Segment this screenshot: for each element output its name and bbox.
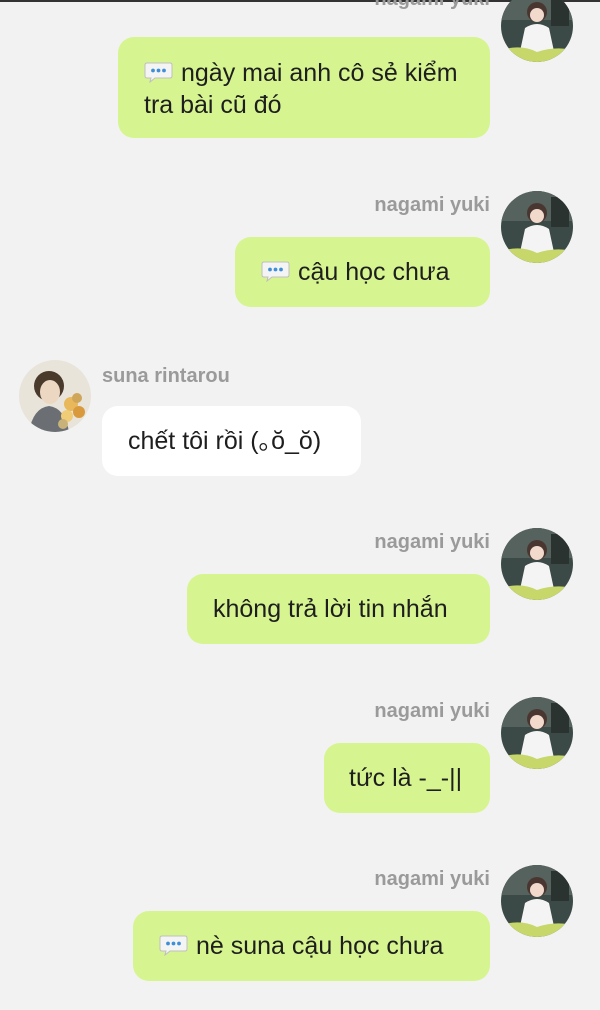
avatar-nagami-yuki[interactable]: [501, 865, 573, 937]
sender-name: suna rintarou: [102, 365, 230, 387]
message-bubble[interactable]: ngày mai anh cô sẻ kiểm tra bài cũ đó: [118, 37, 490, 138]
message-bubble[interactable]: cậu học chưa: [235, 237, 490, 307]
avatar-nagami-yuki[interactable]: [501, 528, 573, 600]
message-text: ngày mai anh cô sẻ kiểm tra bài cũ đó: [144, 59, 458, 119]
message-text: cậu học chưa: [298, 258, 450, 286]
message-bubble[interactable]: nè suna cậu học chưa: [133, 911, 490, 981]
message-text: không trả lời tin nhắn: [213, 595, 448, 623]
avatar-nagami-yuki[interactable]: [501, 697, 573, 769]
avatar-nagami-yuki[interactable]: [501, 191, 573, 263]
speech-bubble-icon: [144, 62, 173, 83]
avatar-nagami-yuki[interactable]: [501, 0, 573, 62]
message-bubble[interactable]: không trả lời tin nhắn: [187, 574, 490, 644]
sender-name: nagami yuki: [374, 868, 490, 890]
sender-name: nagami yuki: [374, 531, 490, 553]
message-text: tức là -_-||: [349, 764, 463, 792]
message-text: nè suna cậu học chưa: [196, 932, 444, 960]
sender-name: nagami yuki: [374, 194, 490, 216]
message-bubble[interactable]: chết tôi rồi (｡ŏ_ŏ): [102, 406, 361, 476]
sender-name: nagami yuki: [374, 700, 490, 722]
message-bubble[interactable]: tức là -_-||: [324, 743, 490, 813]
speech-bubble-icon: [159, 935, 188, 956]
speech-bubble-icon: [261, 261, 290, 282]
sender-name: nagami yuki: [374, 0, 490, 11]
avatar-suna-rintarou[interactable]: [19, 360, 91, 432]
message-text: chết tôi rồi (｡ŏ_ŏ): [128, 427, 322, 455]
